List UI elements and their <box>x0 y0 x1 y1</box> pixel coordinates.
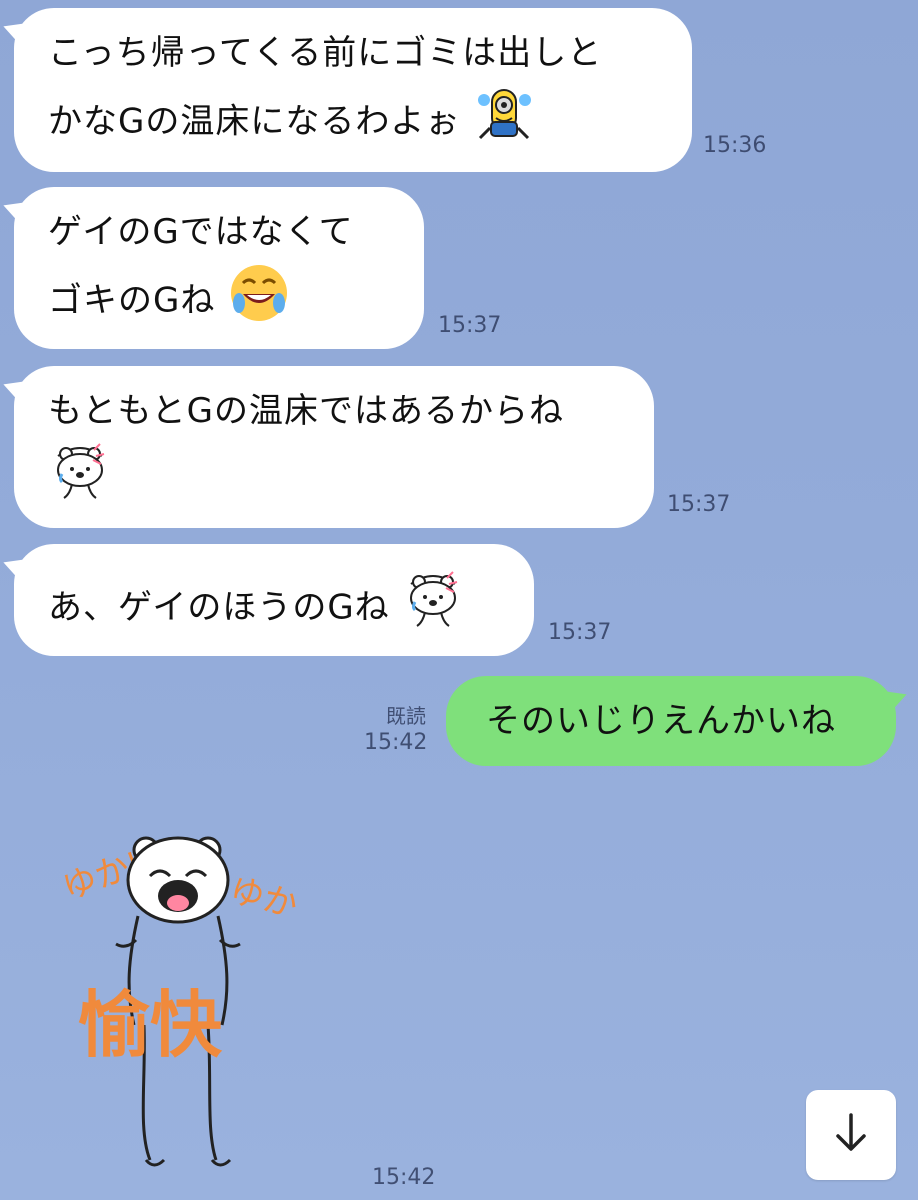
message-time: 15:37 <box>548 620 612 645</box>
message-time: 15:42 <box>364 730 428 755</box>
message-bubble[interactable]: あ、ゲイのほうのGね <box>14 544 534 656</box>
minion-cry-icon <box>472 82 536 164</box>
bear-laughing-sticker[interactable]: ゆかい ゆかい 愉快 <box>58 820 334 1180</box>
message-bubble[interactable]: ゲイのGではなくて ゴキのGね <box>14 187 424 349</box>
message-line: ゲイのGではなくて <box>48 212 354 252</box>
sticker-text-main: 愉快 <box>78 986 223 1066</box>
message-bubble[interactable]: もともとGの温床ではあるからね <box>14 366 654 528</box>
message-line-with-sticker: ゴキのGね <box>48 261 424 343</box>
bear-sweat-icon <box>401 568 465 650</box>
laughing-crying-emoji-icon <box>227 261 291 343</box>
message-bubble[interactable]: こっち帰ってくる前にゴミは出しと かなGの温床になるわよぉ <box>14 8 692 172</box>
message-line: かなGの温床になるわよぉ <box>48 101 461 142</box>
message-sticker-line <box>48 440 654 502</box>
sticker-time: 15:42 <box>372 1165 436 1190</box>
message-line: あ、ゲイのほうのGね <box>48 587 390 628</box>
message-time: 15:37 <box>438 313 502 338</box>
scroll-to-bottom-button[interactable] <box>806 1090 896 1180</box>
sticker-illustration: ゆかい ゆかい 愉快 <box>58 836 334 1167</box>
bear-sweat-icon <box>48 440 112 522</box>
message-line: ゴキのGね <box>48 280 216 321</box>
read-receipt: 既読 <box>386 704 426 728</box>
message-time: 15:37 <box>667 492 731 517</box>
message-line: もともとGの温床ではあるからね <box>48 391 564 431</box>
sticker-text-right: ゆかい <box>226 871 298 934</box>
message-line-with-sticker: かなGの温床になるわよぉ <box>48 82 692 164</box>
outgoing-message-bubble[interactable]: そのいじりえんかいね <box>446 676 896 766</box>
message-line: こっち帰ってくる前にゴミは出しと <box>48 33 603 73</box>
chat-view: こっち帰ってくる前にゴミは出しと かなGの温床になるわよぉ 15:36 ゲイのG… <box>0 0 918 1200</box>
message-line: そのいじりえんかいね <box>486 701 836 741</box>
arrow-down-icon <box>834 1111 868 1159</box>
message-time: 15:36 <box>703 133 767 158</box>
